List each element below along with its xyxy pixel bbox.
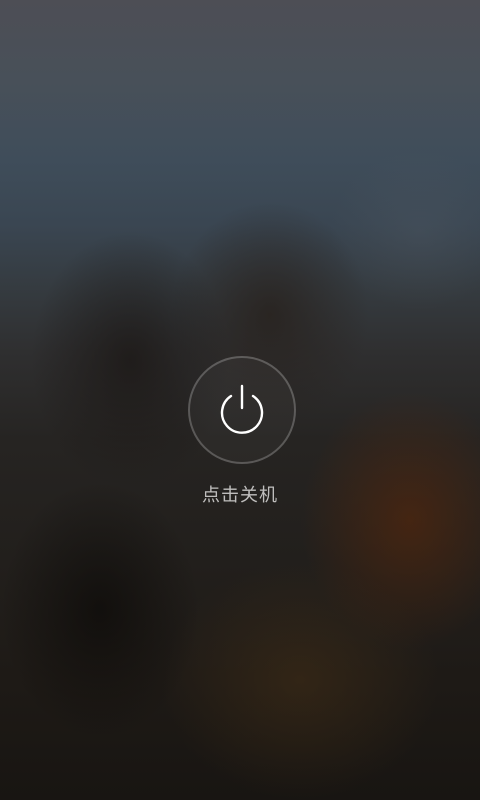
power-icon — [220, 384, 264, 434]
power-off-label: 点击关机 — [202, 485, 278, 506]
wallpaper-blur-shape — [0, 480, 200, 740]
power-off-button[interactable] — [188, 356, 296, 464]
wallpaper-blur-shape — [30, 230, 230, 490]
wallpaper-blur-shape — [160, 560, 440, 800]
